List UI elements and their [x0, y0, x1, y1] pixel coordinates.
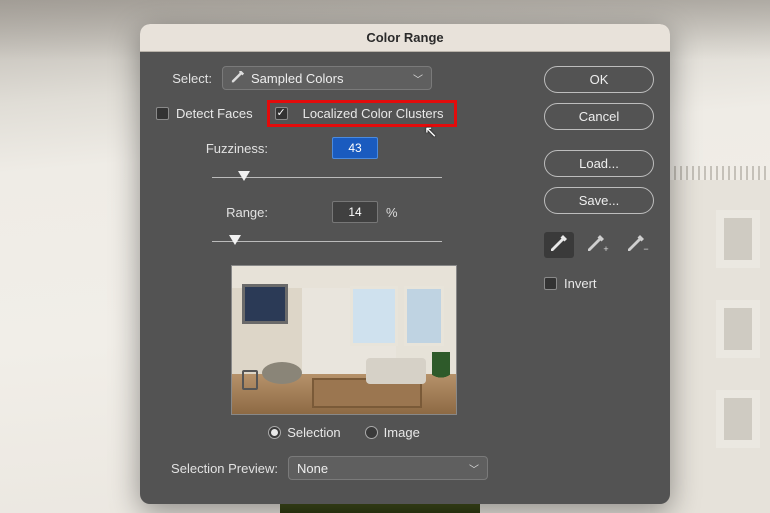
range-unit: % — [386, 205, 398, 220]
fuzziness-input[interactable] — [332, 137, 378, 159]
color-range-dialog: Color Range Select: Sampled Colors ﹀ — [140, 24, 670, 504]
range-slider[interactable] — [212, 233, 442, 251]
invert-label: Invert — [564, 276, 597, 291]
eyedropper-icon — [231, 71, 245, 85]
localized-highlight: Localized Color Clusters — [267, 100, 457, 127]
background-photo: Color Range Select: Sampled Colors ﹀ — [0, 0, 770, 513]
cancel-button[interactable]: Cancel — [544, 103, 654, 130]
selection-preview-dropdown[interactable]: None ﹀ — [288, 456, 488, 480]
range-label: Range: — [196, 205, 268, 220]
save-button[interactable]: Save... — [544, 187, 654, 214]
selection-preview-label: Selection Preview: — [156, 461, 278, 476]
chevron-down-icon: ﹀ — [469, 461, 479, 476]
localized-checkbox[interactable] — [275, 107, 288, 120]
radio-image[interactable] — [365, 426, 378, 439]
select-value: Sampled Colors — [251, 71, 344, 86]
detect-faces-label: Detect Faces — [176, 106, 253, 121]
select-label: Select: — [156, 71, 212, 86]
preview-mode-selection[interactable]: Selection — [268, 425, 340, 440]
preview-thumbnail — [231, 265, 457, 415]
radio-image-label: Image — [384, 425, 420, 440]
dialog-titlebar[interactable]: Color Range — [140, 24, 670, 52]
ok-button[interactable]: OK — [544, 66, 654, 93]
radio-selection-label: Selection — [287, 425, 340, 440]
radio-selection[interactable] — [268, 426, 281, 439]
chevron-down-icon: ﹀ — [413, 71, 423, 86]
select-dropdown[interactable]: Sampled Colors ﹀ — [222, 66, 432, 90]
fuzziness-label: Fuzziness: — [196, 141, 268, 156]
preview-mode-image[interactable]: Image — [365, 425, 420, 440]
fuzziness-thumb[interactable] — [238, 171, 250, 181]
detect-faces-checkbox[interactable] — [156, 107, 169, 120]
localized-label: Localized Color Clusters — [303, 106, 444, 121]
fuzziness-slider[interactable] — [212, 169, 442, 187]
eyedropper-tool[interactable] — [544, 232, 574, 258]
dialog-title: Color Range — [366, 30, 443, 45]
eyedropper-add-tool[interactable]: + — [584, 232, 614, 258]
range-input[interactable] — [332, 201, 378, 223]
selection-preview-value: None — [297, 461, 328, 476]
range-thumb[interactable] — [229, 235, 241, 245]
eyedropper-subtract-tool[interactable]: − — [624, 232, 654, 258]
invert-checkbox[interactable] — [544, 277, 557, 290]
load-button[interactable]: Load... — [544, 150, 654, 177]
